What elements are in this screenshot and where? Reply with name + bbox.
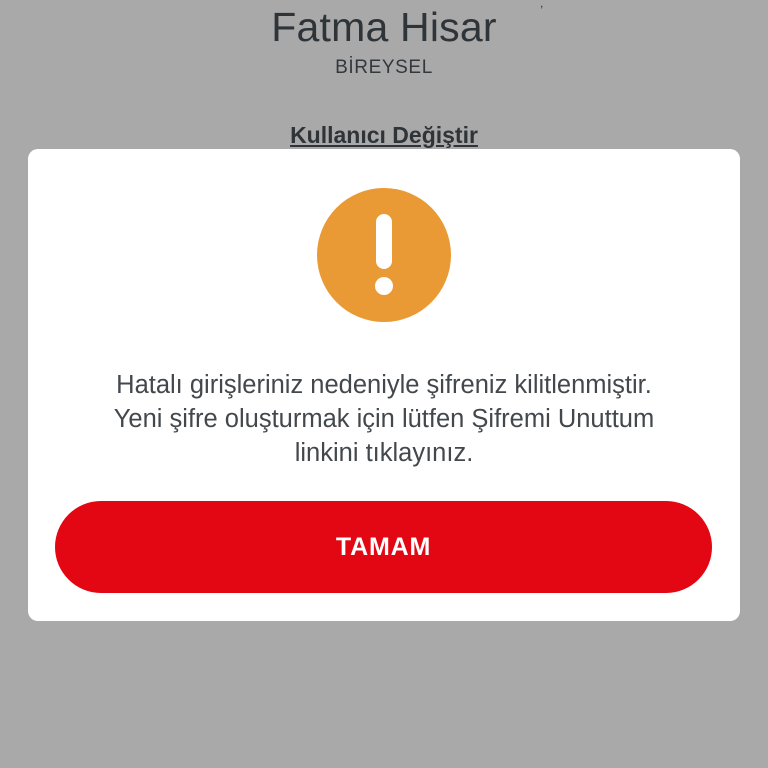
exclamation-icon (317, 188, 451, 322)
switch-user-link[interactable]: Kullanıcı Değiştir (290, 122, 478, 148)
ok-button[interactable]: TAMAM (55, 501, 712, 593)
exclamation-icon-glyph (375, 214, 393, 295)
top-edge-mark: , (540, 0, 544, 10)
user-type: BİREYSEL (335, 57, 433, 78)
dialog-message: Hatalı girişleriniz nedeniyle şifreniz k… (113, 371, 655, 467)
switch-user-link-container: Kullanıcı Değiştir (0, 122, 768, 149)
account-header: , Fatma Hisar BİREYSEL Kullanıcı Değişti… (0, 0, 768, 150)
error-dialog: Hatalı girişleriniz nedeniyle şifreniz k… (28, 149, 740, 621)
user-name: Fatma Hisar (271, 4, 497, 50)
